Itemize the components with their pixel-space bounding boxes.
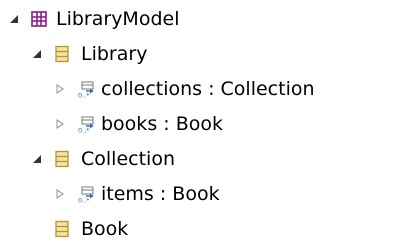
collapsed-twisty-icon[interactable] [54,188,66,200]
reference-icon: 0..* [78,115,96,135]
class-icon [53,220,71,238]
expanded-twisty-icon[interactable] [31,48,43,60]
tree-item-label: Library [81,42,148,65]
expanded-twisty-icon[interactable] [31,153,43,165]
tree-item-label: Collection [81,147,175,170]
tree-item-librarymodel[interactable]: LibraryModel [0,2,393,36]
svg-text:0..*: 0..* [78,92,90,99]
package-icon [30,10,48,28]
tree-item-items-reference[interactable]: 0..* items : Book [0,177,393,211]
tree-item-library[interactable]: Library [0,37,393,71]
expanded-twisty-icon[interactable] [8,13,20,25]
svg-text:0..*: 0..* [78,127,90,134]
tree-item-collection[interactable]: Collection [0,142,393,176]
collapsed-twisty-icon[interactable] [54,83,66,95]
tree-item-collections-reference[interactable]: 0..* collections : Collection [0,72,393,106]
class-icon [53,150,71,168]
tree-item-books-reference[interactable]: 0..* books : Book [0,107,393,141]
collapsed-twisty-icon[interactable] [54,118,66,130]
tree-item-book[interactable]: Book [0,212,393,246]
tree-item-label: collections : Collection [101,77,315,100]
class-icon [53,45,71,63]
tree-item-label: LibraryModel [56,7,180,30]
tree-item-label: items : Book [101,182,220,205]
model-tree: LibraryModel Library 0..* collections: … [0,0,393,251]
tree-item-label: Book [81,217,129,240]
svg-text:0..*: 0..* [78,197,90,204]
reference-icon: 0..* [78,80,96,100]
reference-icon: 0..* [78,185,96,205]
tree-item-label: books : Book [101,112,223,135]
